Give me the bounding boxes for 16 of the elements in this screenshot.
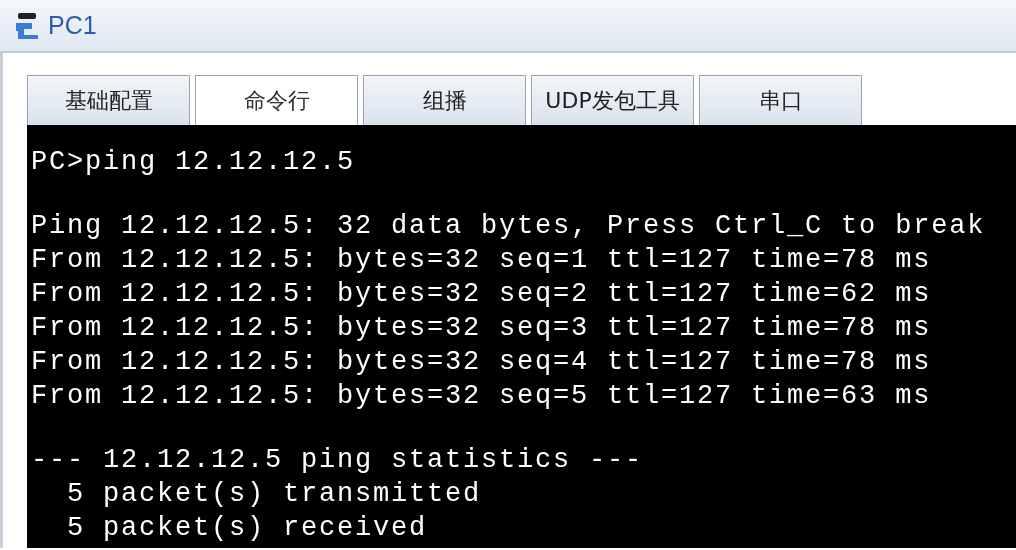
terminal-line: Ping 12.12.12.5: 32 data bytes, Press Ctrl_C to break — [31, 210, 986, 243]
terminal-line: PC>ping 12.12.12.5 — [31, 146, 356, 179]
tab[interactable]: UDP发包工具 — [531, 75, 694, 125]
tab[interactable]: 基础配置 — [27, 75, 190, 125]
terminal-line: From 12.12.12.5: bytes=32 seq=1 ttl=127 time=78 ms — [31, 244, 932, 277]
tab[interactable]: 串口 — [699, 75, 862, 125]
tab[interactable]: 组播 — [363, 75, 526, 125]
terminal-line: From 12.12.12.5: bytes=32 seq=4 ttl=127 time=78 ms — [31, 346, 932, 379]
terminal-line: From 12.12.12.5: bytes=32 seq=2 ttl=127 time=62 ms — [31, 278, 932, 311]
window-title: PC1 — [48, 11, 97, 40]
terminal-line: From 12.12.12.5: bytes=32 seq=3 ttl=127 time=78 ms — [31, 312, 932, 345]
terminal-line: --- 12.12.12.5 ping statistics --- — [31, 444, 644, 477]
terminal-line: 5 packet(s) transmitted — [66, 478, 482, 511]
terminal-line: 5 packet(s) received — [66, 512, 428, 545]
tab[interactable]: 命令行 — [195, 75, 358, 125]
terminal-line: From 12.12.12.5: bytes=32 seq=5 ttl=127 time=63 ms — [31, 380, 932, 413]
